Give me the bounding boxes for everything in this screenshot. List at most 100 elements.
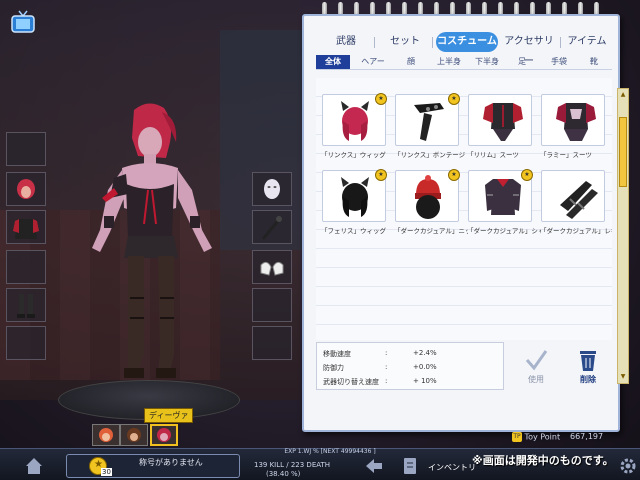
character-select-2[interactable] [120,424,148,446]
leggings-icon [560,181,598,219]
costume-stats-box: 移動速度 : +2.4% 防御力 : +0.0% 武器切り替え速度 : + 10… [316,342,504,390]
back-button[interactable] [364,456,384,476]
face-icon [264,179,280,199]
premium-badge-icon: ★ [448,93,460,105]
item-slot[interactable] [541,94,605,146]
premium-badge-icon: ★ [375,169,387,181]
home-button[interactable] [24,456,44,476]
item-slot[interactable]: ★ [395,169,460,222]
toy-point-value: 667,197 [570,432,604,441]
subtab-legs[interactable]: 足 [508,55,536,69]
premium-badge-icon: ★ [375,93,387,105]
subtab-shoes[interactable]: 靴 [580,55,608,69]
scroll-down-icon[interactable]: ▼ [619,373,627,381]
stat-label: 防御力 [323,364,344,372]
item-label: 「ダークカジュアル」ニット帽 [394,227,468,235]
checkmark-icon [525,350,548,371]
item-label: 「ラミー」スーツ [540,151,592,159]
premium-badge-icon: ★ [521,169,533,181]
equip-slot-gloves[interactable] [252,250,292,284]
settings-button[interactable] [618,456,638,476]
home-icon [26,458,42,474]
equip-slot-empty[interactable] [252,288,292,322]
player-level: 30 [101,468,112,476]
equip-slot-empty[interactable] [6,326,46,360]
stat-value: + 10% [413,377,437,385]
equip-slot-weapon[interactable] [252,210,292,244]
item-slot[interactable]: ★ [395,93,460,146]
beanie-icon [415,175,441,219]
wig-icon [341,177,369,217]
item-slot[interactable]: ★ [468,169,533,222]
gear-icon [620,458,636,474]
item-label: 「フェリス」ウィッグ [321,227,386,235]
item-label: 「ダークカジュアル」レギンス [540,227,612,235]
stat-separator: : [385,377,388,385]
stat-row: 防御力 : +0.0% [323,363,499,373]
tab-item[interactable]: アイテム [564,32,610,52]
item-scrollbar[interactable]: ▲ ▼ [617,88,629,384]
equip-slot-empty[interactable] [6,132,46,166]
item-slot[interactable]: ★ [322,93,387,146]
boots-icon [17,294,35,318]
costume-subtabs: 全体 ヘアー 顔 上半身 下半身 足 手袋 靴 [316,54,612,70]
character-select-3-selected[interactable] [150,424,178,446]
item-slot[interactable] [468,94,532,146]
scroll-up-icon[interactable]: ▲ [619,91,627,99]
stat-label: 移動速度 [323,350,351,358]
player-title: 称号がありません [139,458,203,467]
stat-separator: : [385,363,388,371]
inventory-button[interactable] [400,456,420,476]
suit-icon [483,103,523,141]
equip-slot-hair[interactable] [6,172,46,206]
equip-slot-empty[interactable] [6,250,46,284]
toy-point-icon: TP [512,432,522,442]
equip-slot-top[interactable] [6,210,46,244]
subtab-hair[interactable]: ヘアー [356,55,390,69]
tab-weapon[interactable]: 武器 [324,32,368,52]
subtab-lower-body[interactable]: 下半身 [470,55,504,69]
character-name-tag: ディーヴァ [144,408,194,423]
bondage-icon [414,103,444,141]
equip-slot-boots[interactable] [6,288,46,322]
inventory-icon [404,458,416,474]
item-slot[interactable] [541,170,605,222]
stat-row: 武器切り替え速度 : + 10% [323,377,499,387]
subtab-all[interactable]: 全体 [316,55,350,69]
subtab-upper-body[interactable]: 上半身 [432,55,466,69]
premium-badge-icon: ★ [448,169,460,181]
delete-label: 削除 [580,375,596,384]
shirt-icon [485,179,521,215]
toy-point-display: TP Toy Point 667,197 [512,432,616,446]
character-portrait-icon [99,428,113,442]
tab-set[interactable]: セット [382,32,428,52]
tab-costume[interactable]: コスチューム [436,32,498,52]
stat-row: 移動速度 : +2.4% [323,349,499,359]
item-label: 「リリム」スーツ [467,151,519,159]
equip-slot-face[interactable] [252,172,292,206]
trash-icon [580,351,596,371]
back-arrow-icon [366,459,382,473]
use-button[interactable]: 使用 [516,348,556,390]
stat-separator: : [385,349,388,357]
scroll-thumb[interactable] [619,117,627,187]
item-label: 「ダークカジュアル」シャツ [467,227,541,235]
hair-icon [17,179,35,199]
tv-icon[interactable] [10,10,36,34]
subtab-face[interactable]: 顔 [394,55,428,69]
delete-button[interactable]: 削除 [568,348,608,390]
character-model[interactable] [78,98,228,394]
wig-icon [341,101,369,141]
development-notice: ※画面は開発中のものです。 [472,454,614,467]
stat-label: 武器切り替え速度 [323,378,379,386]
equip-slot-empty[interactable] [252,326,292,360]
item-slot[interactable]: ★ [322,169,387,222]
player-title-box[interactable]: ★ 30 称号がありません [66,454,240,478]
top-costume-icon [13,219,39,239]
subtab-gloves[interactable]: 手袋 [542,55,576,69]
character-select-1[interactable] [92,424,120,446]
gloves-icon [260,261,284,276]
stat-value: +0.0% [413,363,437,371]
tab-accessory[interactable]: アクセサリー [500,32,558,67]
item-label: 「リンクス」ボンテージ [394,151,466,159]
